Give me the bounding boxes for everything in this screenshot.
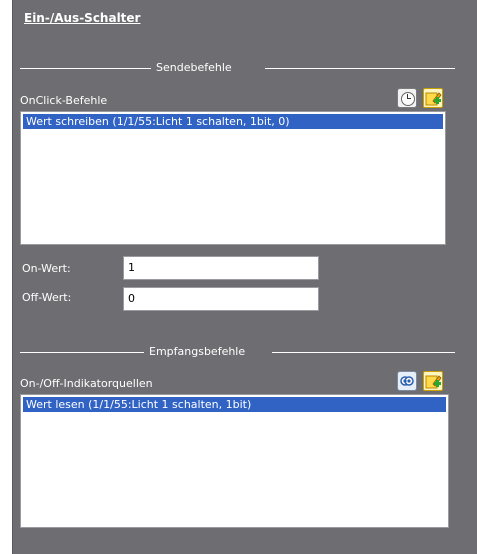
onclick-list-label: OnClick-Befehle (20, 94, 108, 107)
indicator-list-label: On-/Off-Indikatorquellen (20, 377, 153, 390)
off-value-label: Off-Wert: (22, 291, 72, 304)
on-value-label: On-Wert: (22, 262, 71, 275)
add-onclick-command-button[interactable] (423, 88, 443, 108)
on-value-input[interactable]: 1 (123, 256, 319, 280)
receive-section-label: Empfangsbefehle (149, 345, 246, 358)
off-value-input[interactable]: 0 (123, 287, 319, 311)
send-divider-right (265, 68, 455, 69)
view-icon (400, 376, 414, 386)
send-section-label: Sendebefehle (156, 61, 232, 74)
indicator-sources-list[interactable]: Wert lesen (1/1/55:Licht 1 schalten, 1bi… (20, 394, 449, 528)
panel-title: Ein-/Aus-Schalter (24, 11, 141, 25)
send-divider-left (20, 68, 151, 69)
list-item[interactable]: Wert lesen (1/1/55:Licht 1 schalten, 1bi… (23, 397, 446, 412)
add-indicator-button[interactable] (423, 371, 443, 391)
receive-divider-left (20, 352, 144, 353)
receive-divider-right (272, 352, 455, 353)
onclick-commands-list[interactable]: Wert schreiben (1/1/55:Licht 1 schalten,… (20, 111, 446, 245)
list-item[interactable]: Wert schreiben (1/1/55:Licht 1 schalten,… (23, 114, 443, 129)
add-command-icon (425, 92, 442, 106)
add-command-icon (425, 375, 442, 389)
view-indicator-button[interactable] (397, 371, 417, 391)
clock-button[interactable] (397, 88, 417, 108)
